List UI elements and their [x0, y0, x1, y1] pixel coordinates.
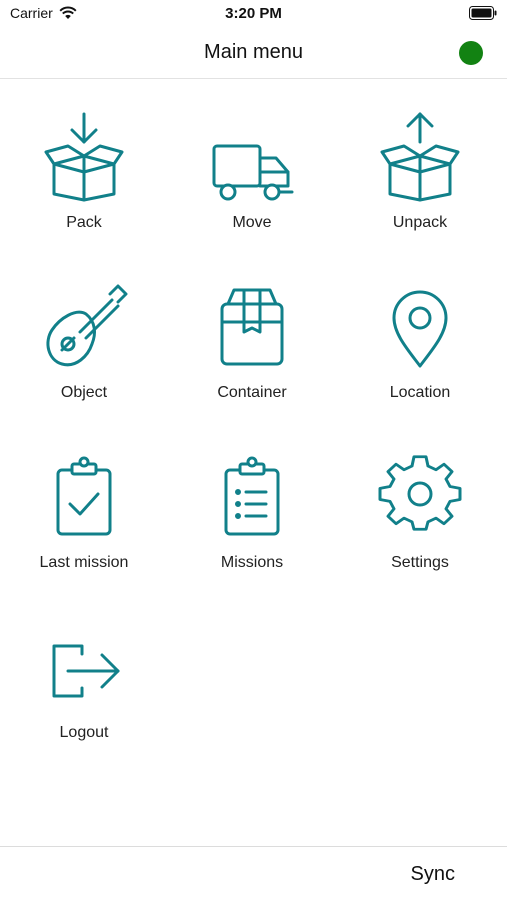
menu-item-label: Last mission — [39, 554, 129, 571]
menu-item-missions[interactable]: Missions — [168, 430, 336, 590]
menu-item-label: Unpack — [392, 214, 448, 231]
menu-item-label: Settings — [391, 554, 449, 571]
menu-item-location[interactable]: Location — [336, 260, 504, 420]
menu-item-pack[interactable]: Pack — [0, 90, 168, 250]
unpack-box-up-icon — [378, 108, 462, 204]
menu-item-label: Location — [389, 384, 451, 401]
menu-item-label: Container — [217, 384, 287, 401]
menu-item-logout[interactable]: Logout — [0, 600, 168, 760]
menu-item-label: Move — [232, 214, 272, 231]
status-bar: Carrier 3:20 PM — [0, 0, 507, 28]
guitar-icon — [42, 278, 128, 374]
connection-status-indicator — [459, 41, 483, 65]
bottom-toolbar: Sync — [0, 846, 507, 900]
navigation-bar: Main menu — [0, 28, 507, 79]
menu-item-container[interactable]: Container — [168, 260, 336, 420]
gear-icon — [378, 448, 462, 544]
clipboard-check-icon — [42, 448, 126, 544]
main-menu-screen: Carrier 3:20 PM Main menu Pack Move Unpa… — [0, 0, 507, 900]
menu-item-move[interactable]: Move — [168, 90, 336, 250]
clipboard-list-icon — [210, 448, 294, 544]
location-pin-icon — [378, 278, 462, 374]
battery-icon — [469, 6, 497, 20]
status-time: 3:20 PM — [225, 5, 282, 22]
menu-item-label: Logout — [59, 724, 109, 741]
menu-item-label: Object — [60, 384, 108, 401]
container-box-icon — [210, 278, 294, 374]
menu-item-label: Missions — [220, 554, 284, 571]
truck-icon — [210, 108, 294, 204]
logout-icon — [42, 618, 126, 714]
menu-item-settings[interactable]: Settings — [336, 430, 504, 590]
menu-item-label: Pack — [66, 214, 102, 231]
menu-item-unpack[interactable]: Unpack — [336, 90, 504, 250]
menu-item-object[interactable]: Object — [0, 260, 168, 420]
menu-item-last-mission[interactable]: Last mission — [0, 430, 168, 590]
sync-button[interactable]: Sync — [411, 863, 455, 886]
pack-box-down-icon — [42, 108, 126, 204]
page-title: Main menu — [204, 41, 303, 63]
